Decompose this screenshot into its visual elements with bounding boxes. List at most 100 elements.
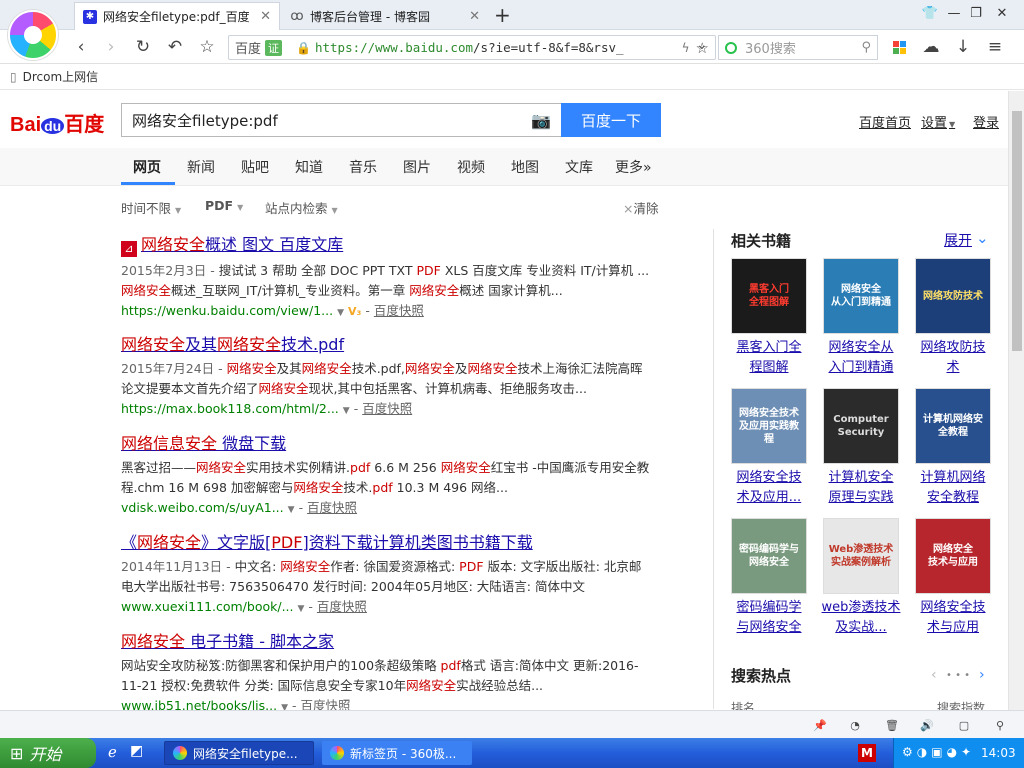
vertical-scrollbar[interactable] — [1008, 91, 1024, 710]
filter-pdf[interactable]: PDF ▼ — [205, 198, 243, 213]
book-title-link[interactable]: 网络安全从 入门到精通 — [815, 338, 907, 378]
next-icon[interactable]: › — [979, 667, 985, 683]
skin-icon[interactable]: 👕 — [920, 6, 940, 21]
expand-link[interactable]: 展开 — [944, 230, 972, 250]
result-title-link[interactable]: 网络信息安全 微盘下载 — [121, 430, 661, 454]
lightning-icon[interactable]: ϟ — [682, 41, 690, 55]
link-login[interactable]: 登录 — [973, 112, 999, 131]
address-url[interactable]: https://www.baidu.com/s?ie=utf-8&f=8&rsv… — [315, 40, 676, 55]
ie-icon[interactable]: ℯ — [108, 743, 117, 761]
tab-news[interactable]: 新闻 — [187, 157, 215, 177]
address-bar[interactable]: 百度证 🔒 https://www.baidu.com/s?ie=utf-8&f… — [228, 35, 716, 60]
taskbar-item-newtab[interactable]: 新标签页 - 360极... — [322, 741, 472, 765]
tab-tieba[interactable]: 贴吧 — [241, 157, 269, 177]
mail-icon[interactable]: M — [858, 744, 876, 762]
book-cover[interactable]: 黑客入门 全程图解 — [731, 258, 807, 334]
search-icon[interactable]: ⚲ — [861, 40, 871, 55]
tab-zhidao[interactable]: 知道 — [295, 157, 323, 177]
back-icon[interactable]: ‹ — [70, 36, 92, 58]
book-title-link[interactable]: 计算机安全 原理与实践 — [815, 468, 907, 508]
tab-more[interactable]: 更多» — [615, 157, 652, 177]
tab-baidu-search[interactable]: ✱ 网络安全filetype:pdf_百度 ✕ — [74, 2, 280, 30]
book-cover[interactable]: 网络安全 技术与应用 — [915, 518, 991, 594]
close-window-icon[interactable]: ✕ — [992, 6, 1012, 21]
v3-badge-icon[interactable]: V₃ — [348, 305, 361, 318]
snapshot-link[interactable]: 百度快照 — [317, 599, 367, 614]
chevron-down-icon[interactable]: ▼ — [281, 703, 288, 710]
book-cover[interactable]: 计算机网络安全教程 — [915, 388, 991, 464]
tray-icons[interactable]: ⚙◑▣◕✦ — [902, 745, 975, 759]
result-title-link[interactable]: ⊿ 网络安全概述 图文 百度文库 — [121, 231, 661, 257]
book-title-link[interactable]: 网络安全技 术及应用... — [723, 468, 815, 508]
restore-icon[interactable]: ❐ — [966, 6, 986, 21]
chevron-down-icon[interactable]: ▼ — [298, 604, 305, 614]
book-cover[interactable]: 密码编码学与网络安全 — [731, 518, 807, 594]
book-cover[interactable]: Web渗透技术 实战案例解析 — [823, 518, 899, 594]
forward-icon[interactable]: › — [100, 36, 122, 58]
chevron-down-icon[interactable]: ▼ — [337, 308, 344, 318]
refresh-icon[interactable]: ↻ — [132, 36, 154, 58]
snapshot-link[interactable]: 百度快照 — [301, 698, 351, 710]
chevron-down-icon[interactable]: ▼ — [288, 505, 295, 515]
prev-icon[interactable]: ‹ — [931, 667, 937, 683]
snapshot-link[interactable]: 百度快照 — [362, 401, 412, 416]
book-cover[interactable]: 网络安全 从入门到精通 — [823, 258, 899, 334]
speed-icon[interactable]: ◔ — [845, 715, 865, 735]
snapshot-link[interactable]: 百度快照 — [307, 500, 357, 515]
favorite-star-icon[interactable]: ☆ — [196, 36, 218, 58]
tab-video[interactable]: 视频 — [457, 157, 485, 177]
chevron-down-icon[interactable]: ⌄ — [976, 229, 989, 247]
browser-360-logo-icon[interactable] — [8, 10, 58, 60]
zoom-icon[interactable]: ⚲ — [990, 715, 1010, 735]
trash-icon[interactable]: 🗑 — [882, 715, 902, 735]
result-title-link[interactable]: 网络安全 电子书籍 - 脚本之家 — [121, 628, 661, 652]
book-title-link[interactable]: 网络安全技 术与应用 — [907, 598, 999, 638]
tab-web[interactable]: 网页 — [133, 157, 161, 177]
book-title-link[interactable]: 网络攻防技术 — [907, 338, 999, 378]
window-icon[interactable]: ▢ — [954, 715, 974, 735]
close-tab-icon[interactable]: ✕ — [469, 9, 480, 24]
tab-cnblogs[interactable]: ꝏ 博客后台管理 - 博客园 ✕ — [282, 2, 488, 30]
apps-grid-icon[interactable] — [888, 36, 910, 58]
link-settings[interactable]: 设置 ▼ — [921, 112, 955, 131]
search-input[interactable]: 网络安全filetype:pdf 📷 — [121, 103, 561, 137]
volume-icon[interactable]: 🔊 — [917, 715, 937, 735]
scrollbar-thumb[interactable] — [1012, 111, 1022, 351]
undo-close-icon[interactable]: ↶ — [164, 36, 186, 58]
explorer-icon[interactable]: ◩ — [130, 743, 143, 759]
search-360-input[interactable]: 360搜索 ⚲ — [718, 35, 878, 60]
bookmark-drcom[interactable]: Drcom上网信 — [23, 68, 99, 85]
baidu-logo[interactable]: Bai du 百度 — [10, 108, 104, 137]
book-title-link[interactable]: 黑客入门全 程图解 — [723, 338, 815, 378]
filter-site[interactable]: 站点内检索 ▼ — [265, 198, 338, 217]
book-cover[interactable]: 网络攻防技术 — [915, 258, 991, 334]
tab-wenku[interactable]: 文库 — [565, 157, 593, 177]
book-title-link[interactable]: web渗透技术 及实战... — [815, 598, 907, 638]
new-tab-button[interactable]: + — [494, 3, 511, 27]
result-title-link[interactable]: 《网络安全》文字版[PDF]资料下载计算机类图书书籍下载 — [121, 529, 661, 553]
download-icon[interactable]: ↓ — [952, 36, 974, 58]
link-baidu-home[interactable]: 百度首页 — [859, 112, 911, 131]
close-tab-icon[interactable]: ✕ — [260, 9, 271, 24]
minimize-icon[interactable]: — — [944, 6, 964, 21]
camera-icon[interactable]: 📷 — [531, 111, 551, 130]
book-cover[interactable]: Computer Security — [823, 388, 899, 464]
filter-time[interactable]: 时间不限 ▼ — [121, 198, 181, 217]
chevron-down-icon[interactable]: ▼ — [343, 406, 350, 416]
clear-filter-button[interactable]: ×清除 — [623, 198, 659, 217]
dropdown-chevron-icon[interactable]: ⌄ — [696, 37, 708, 53]
book-cover[interactable]: 网络安全技术 及应用实践教程 — [731, 388, 807, 464]
menu-icon[interactable]: ≡ — [984, 36, 1006, 58]
taskbar-item-baidu[interactable]: 网络安全filetype... — [164, 741, 314, 765]
pin-icon[interactable]: 📌 — [810, 715, 830, 735]
snapshot-link[interactable]: 百度快照 — [374, 303, 424, 318]
start-button[interactable]: ⊞ 开始 — [0, 738, 96, 768]
tab-images[interactable]: 图片 — [403, 157, 431, 177]
tab-music[interactable]: 音乐 — [349, 157, 377, 177]
result-title-link[interactable]: 网络安全及其网络安全技术.pdf — [121, 331, 661, 355]
search-button[interactable]: 百度一下 — [561, 103, 661, 137]
cloud-icon[interactable]: ☁ — [920, 36, 942, 58]
book-title-link[interactable]: 密码编码学 与网络安全 — [723, 598, 815, 638]
book-title-link[interactable]: 计算机网络 安全教程 — [907, 468, 999, 508]
tab-map[interactable]: 地图 — [511, 157, 539, 177]
